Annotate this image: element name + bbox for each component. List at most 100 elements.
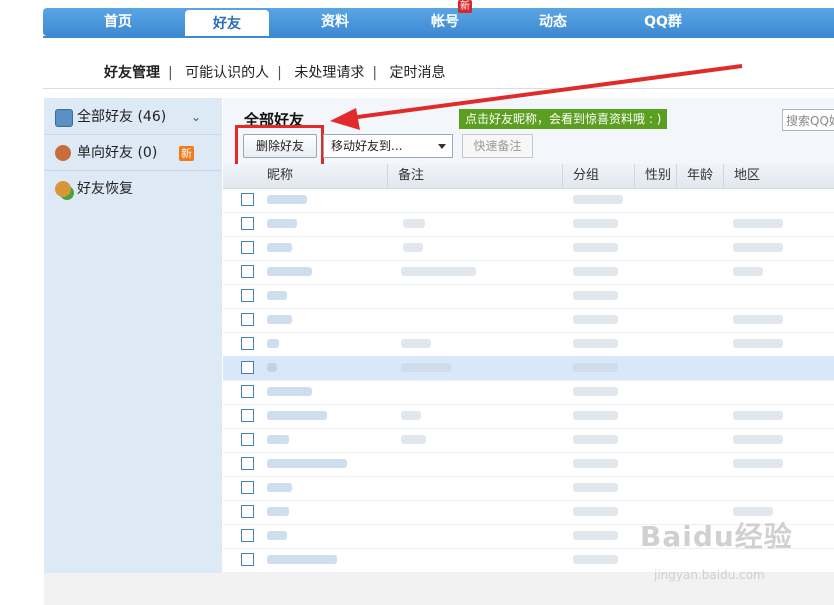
tab-feed[interactable]: 动态 <box>523 8 583 36</box>
subnav-may-know[interactable]: 可能认识的人 <box>185 65 269 81</box>
table-header: 昵称 备注 分组 性别 年龄 地区 <box>223 164 834 189</box>
col-remark[interactable]: 备注 <box>387 164 563 188</box>
blurred-cell <box>267 507 289 516</box>
row-checkbox[interactable] <box>241 433 254 446</box>
row-checkbox[interactable] <box>241 553 254 566</box>
blurred-cell <box>267 243 292 252</box>
dropdown-arrow-icon <box>438 144 446 149</box>
col-nickname[interactable]: 昵称 <box>257 164 387 188</box>
divider <box>43 88 834 89</box>
blurred-cell <box>733 243 783 252</box>
blurred-cell <box>573 315 618 324</box>
blurred-cell <box>267 219 297 228</box>
blurred-cell <box>267 483 292 492</box>
tab-profile[interactable]: 资料 <box>305 8 365 36</box>
new-badge: 新 <box>179 146 194 161</box>
friend-restore-icon <box>55 181 71 197</box>
blurred-cell <box>403 219 425 228</box>
table-row[interactable] <box>223 284 834 309</box>
table-row[interactable] <box>223 260 834 285</box>
table-row[interactable] <box>223 236 834 261</box>
blurred-cell <box>733 411 783 420</box>
row-checkbox[interactable] <box>241 409 254 422</box>
sidebar-item-label: 好友恢复 <box>77 181 133 197</box>
sidebar-item-restore[interactable]: 好友恢复 <box>44 172 222 206</box>
col-age[interactable]: 年龄 <box>676 164 722 188</box>
table-row[interactable] <box>223 452 834 477</box>
tab-qq-group[interactable]: QQ群 <box>633 8 693 36</box>
blurred-cell <box>267 387 312 396</box>
subnav-scheduled-messages[interactable]: 定时消息 <box>390 65 446 81</box>
move-friend-select[interactable]: 移动好友到... <box>323 134 453 158</box>
blurred-cell <box>573 555 618 564</box>
quick-remark-button[interactable]: 快速备注 <box>462 134 533 158</box>
blurred-cell <box>267 267 312 276</box>
blurred-cell <box>267 291 287 300</box>
blurred-cell <box>733 459 783 468</box>
row-checkbox[interactable] <box>241 337 254 350</box>
blurred-cell <box>267 195 307 204</box>
col-region[interactable]: 地区 <box>723 164 834 188</box>
table-row[interactable] <box>223 308 834 333</box>
blurred-cell <box>573 195 623 204</box>
blurred-cell <box>573 267 618 276</box>
row-checkbox[interactable] <box>241 481 254 494</box>
blurred-cell <box>573 411 618 420</box>
blurred-cell <box>733 219 783 228</box>
nav-underline <box>43 36 834 38</box>
table-row[interactable] <box>223 188 834 213</box>
table-row[interactable] <box>223 380 834 405</box>
row-checkbox[interactable] <box>241 265 254 278</box>
blurred-cell <box>267 363 277 372</box>
row-checkbox[interactable] <box>241 241 254 254</box>
row-checkbox[interactable] <box>241 529 254 542</box>
subnav-separator: | <box>372 65 378 81</box>
sidebar-item-all-friends[interactable]: 全部好友 (46) ⌄ <box>44 100 222 135</box>
table-row[interactable] <box>223 428 834 453</box>
sidebar-item-single-friends[interactable]: 单向好友 (0) 新 <box>44 136 222 171</box>
blurred-cell <box>401 339 431 348</box>
chevron-down-icon[interactable]: ⌄ <box>191 100 201 134</box>
top-nav: 首页 好友 资料 帐号 新 动态 QQ群 <box>43 0 834 38</box>
row-checkbox[interactable] <box>241 361 254 374</box>
search-input[interactable]: 搜索QQ好友 <box>782 109 834 131</box>
row-checkbox[interactable] <box>241 457 254 470</box>
blurred-cell <box>267 555 337 564</box>
blurred-cell <box>733 339 783 348</box>
table-row[interactable] <box>223 332 834 357</box>
highlight-box <box>235 125 324 167</box>
table-row[interactable] <box>223 212 834 237</box>
blurred-cell <box>573 507 618 516</box>
sub-nav: 好友管理 | 可能认识的人 | 未处理请求 | 定时消息 <box>104 62 452 82</box>
blurred-cell <box>733 435 783 444</box>
table-row-selected[interactable] <box>223 356 834 381</box>
row-checkbox[interactable] <box>241 217 254 230</box>
friends-list-icon <box>55 109 73 127</box>
tab-friends[interactable]: 好友 <box>185 10 269 38</box>
col-gender[interactable]: 性别 <box>634 164 675 188</box>
subnav-friend-manage[interactable]: 好友管理 <box>104 65 160 81</box>
blurred-cell <box>573 291 618 300</box>
sidebar: 全部好友 (46) ⌄ 单向好友 (0) 新 好友恢复 <box>44 98 222 573</box>
blurred-cell <box>733 267 763 276</box>
table-row[interactable] <box>223 404 834 429</box>
blurred-cell <box>267 339 279 348</box>
blurred-cell <box>401 411 421 420</box>
blurred-cell <box>401 363 451 372</box>
blurred-cell <box>573 243 618 252</box>
col-group[interactable]: 分组 <box>562 164 633 188</box>
tab-home[interactable]: 首页 <box>88 8 148 36</box>
blurred-cell <box>573 435 618 444</box>
blurred-cell <box>401 267 476 276</box>
blurred-cell <box>401 435 426 444</box>
table-row[interactable] <box>223 476 834 501</box>
row-checkbox[interactable] <box>241 193 254 206</box>
row-checkbox[interactable] <box>241 385 254 398</box>
row-checkbox[interactable] <box>241 505 254 518</box>
blurred-cell <box>733 315 783 324</box>
blurred-cell <box>573 339 618 348</box>
row-checkbox[interactable] <box>241 289 254 302</box>
subnav-pending-requests[interactable]: 未处理请求 <box>294 65 364 81</box>
blurred-cell <box>573 363 618 372</box>
row-checkbox[interactable] <box>241 313 254 326</box>
